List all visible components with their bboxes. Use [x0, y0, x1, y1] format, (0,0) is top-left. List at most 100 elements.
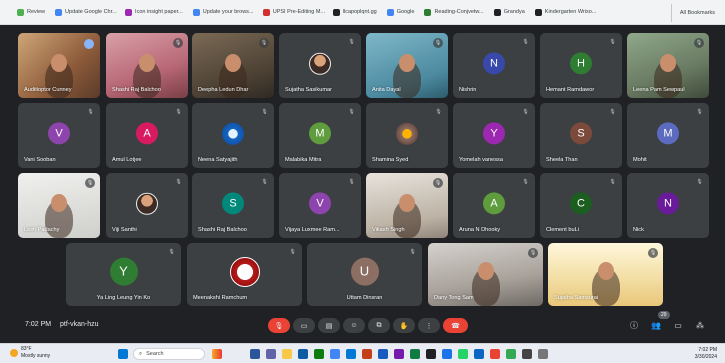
- participant-tile[interactable]: 🎙 Anita Dayal: [366, 33, 448, 98]
- participant-initial-avatar: N: [657, 191, 679, 214]
- bookmark-item[interactable]: UPSI Pre-Editing M...: [258, 3, 328, 21]
- meet-icon[interactable]: [442, 349, 452, 359]
- participant-face: [139, 54, 155, 72]
- participant-tile[interactable]: 🎙 Deepha Ledun Dhar: [192, 33, 274, 98]
- bookmark-item[interactable]: llcapoplqnt.gg: [328, 3, 382, 21]
- copilot-icon[interactable]: [212, 349, 222, 359]
- profile-crest-avatar: [229, 256, 260, 287]
- photos-icon[interactable]: [490, 349, 500, 359]
- maps-icon[interactable]: [506, 349, 516, 359]
- info-button[interactable]: ⓘ: [628, 320, 640, 332]
- participant-tile[interactable]: U 🎙 Uttam Dinsran: [307, 243, 422, 306]
- participant-tile[interactable]: 🎙 Sujatha Samsurai: [548, 243, 663, 306]
- mic-muted-icon: 🎙: [259, 38, 269, 48]
- onenote-icon[interactable]: [394, 349, 404, 359]
- participant-name: Lesh Padachy: [24, 227, 60, 233]
- mail-icon[interactable]: [346, 349, 356, 359]
- sun-icon: [10, 349, 18, 357]
- participant-tile[interactable]: Auditioptor Cunney: [18, 33, 100, 98]
- weather-desc: Mostly sunny: [21, 353, 51, 359]
- mic-muted-icon: 🎙: [173, 38, 183, 48]
- whatsapp-icon[interactable]: [458, 349, 468, 359]
- participant-name: Vijaya Luxmee Ram...: [285, 227, 340, 233]
- participant-tile[interactable]: A 🎙 Amul Lotjee: [106, 103, 188, 168]
- store-icon[interactable]: [314, 349, 324, 359]
- participant-name: Hemant Ramdawor: [546, 87, 595, 93]
- participant-tile[interactable]: M 🎙 Mohit: [627, 103, 709, 168]
- leave-call-button[interactable]: ☎: [443, 318, 468, 333]
- mic-muted-icon: 🎙: [175, 179, 182, 185]
- participant-tile[interactable]: 🎙 Vikash Singh: [366, 173, 448, 238]
- participant-tile[interactable]: S 🎙 Sheela Than: [540, 103, 622, 168]
- participant-tile[interactable]: N 🎙 Nick: [627, 173, 709, 238]
- raise-hand-button[interactable]: ✋: [393, 318, 415, 333]
- participant-tile[interactable]: V 🎙 Vijaya Luxmee Ram...: [279, 173, 361, 238]
- participant-tile[interactable]: Y 🎙 Ya Ling Leung Yin Ko: [66, 243, 181, 306]
- windows-start-icon[interactable]: [118, 349, 128, 359]
- emoji-button[interactable]: ☺: [343, 318, 365, 333]
- participant-tile[interactable]: 🎙 Meenakshi Ramchum: [187, 243, 302, 306]
- chat-button[interactable]: ▭: [672, 320, 684, 332]
- participant-tile[interactable]: A 🎙 Aruna N Dhooky: [453, 173, 535, 238]
- mic-muted-icon: 🎙: [648, 248, 658, 258]
- participant-tile[interactable]: H 🎙 Hemant Ramdawor: [540, 33, 622, 98]
- file-explorer-icon[interactable]: [282, 349, 292, 359]
- weather-widget[interactable]: 83°F Mostly sunny: [10, 346, 50, 360]
- participant-initial-avatar: A: [483, 191, 505, 214]
- participant-tile[interactable]: 🎙 Dany Tong Sam: [428, 243, 543, 306]
- activities-icon: ⁂: [696, 321, 704, 330]
- camera-button[interactable]: ▭: [293, 318, 315, 333]
- bookmark-item[interactable]: Icon insight paper...: [120, 3, 188, 21]
- hangup-icon: ☎: [451, 322, 460, 330]
- word-icon[interactable]: [378, 349, 388, 359]
- bookmark-favicon-icon: [55, 8, 63, 16]
- mic-muted-icon: 🎙: [522, 39, 529, 45]
- meeting-stage: Auditioptor Cunney 🎙 Shashi Raj Balchoo 🎙 De…: [0, 25, 725, 343]
- mic-muted-icon: 🎙: [522, 179, 529, 185]
- mic-muted-icon: 🎙: [528, 248, 538, 258]
- participant-tile[interactable]: 🎙 Sujatha Sasikumar: [279, 33, 361, 98]
- taskbar-search[interactable]: ⌕ Search: [133, 348, 205, 360]
- present-button[interactable]: ⧉: [368, 318, 390, 333]
- participant-tile[interactable]: 🎙 Leena Pam Sewpaul: [627, 33, 709, 98]
- excel-icon[interactable]: [410, 349, 420, 359]
- activities-button[interactable]: ⁂: [694, 320, 706, 332]
- participant-tile[interactable]: M 🎙 Malabika Mitra: [279, 103, 361, 168]
- app-icon[interactable]: [538, 349, 548, 359]
- mic-muted-icon: 🎙: [609, 109, 616, 115]
- bookmark-favicon-icon: [262, 8, 270, 16]
- task-view-icon[interactable]: [250, 349, 260, 359]
- bookmark-item[interactable]: Google: [382, 3, 420, 21]
- participant-tile[interactable]: 🎙 Viji Santhi: [106, 173, 188, 238]
- participant-tile[interactable]: N 🎙 Nishrin: [453, 33, 535, 98]
- participant-tile[interactable]: C 🎙 Clement buLi: [540, 173, 622, 238]
- participant-tile[interactable]: 🎙 Shashi Raj Balchoo: [106, 33, 188, 98]
- powerpoint-icon[interactable]: [362, 349, 372, 359]
- participant-tile[interactable]: S 🎙 Shashi Raj Balchoo: [192, 173, 274, 238]
- participant-tile[interactable]: 🎙 Neena Satyajith: [192, 103, 274, 168]
- settings-icon[interactable]: [522, 349, 532, 359]
- bookmark-item[interactable]: Update your brows...: [188, 3, 258, 21]
- participant-tile[interactable]: 🎙 Shamina Syed: [366, 103, 448, 168]
- participant-tile[interactable]: Y 🎙 Yomelah vanessa: [453, 103, 535, 168]
- pinned-speaking-icon: [84, 39, 94, 49]
- bookmark-item[interactable]: Review: [12, 3, 50, 21]
- participant-tile[interactable]: 🎙 Lesh Padachy: [18, 173, 100, 238]
- bookmark-item[interactable]: Reading-Conjvetw...: [419, 3, 488, 21]
- zoom-icon[interactable]: [474, 349, 484, 359]
- more-options-button[interactable]: ⋮: [418, 318, 440, 333]
- chrome-icon[interactable]: [330, 349, 340, 359]
- bookmark-item[interactable]: Kindergarten Wriso...: [530, 3, 600, 21]
- all-bookmarks-button[interactable]: All Bookmarks: [670, 4, 715, 22]
- mic-button[interactable]: 🎙: [268, 318, 290, 333]
- participant-tile[interactable]: V 🎙 Vani Sooban: [18, 103, 100, 168]
- people-button[interactable]: 👥: [650, 320, 662, 332]
- teams-icon[interactable]: [266, 349, 276, 359]
- system-tray[interactable]: 7:02 PM 3/30/2024: [695, 347, 717, 361]
- captions-button[interactable]: ▤: [318, 318, 340, 333]
- bookmark-item[interactable]: Grandya: [489, 3, 530, 21]
- bookmark-item[interactable]: Update Google Chr...: [50, 3, 120, 21]
- participant-face: [399, 54, 415, 72]
- edge-icon[interactable]: [298, 349, 308, 359]
- terminal-icon[interactable]: [426, 349, 436, 359]
